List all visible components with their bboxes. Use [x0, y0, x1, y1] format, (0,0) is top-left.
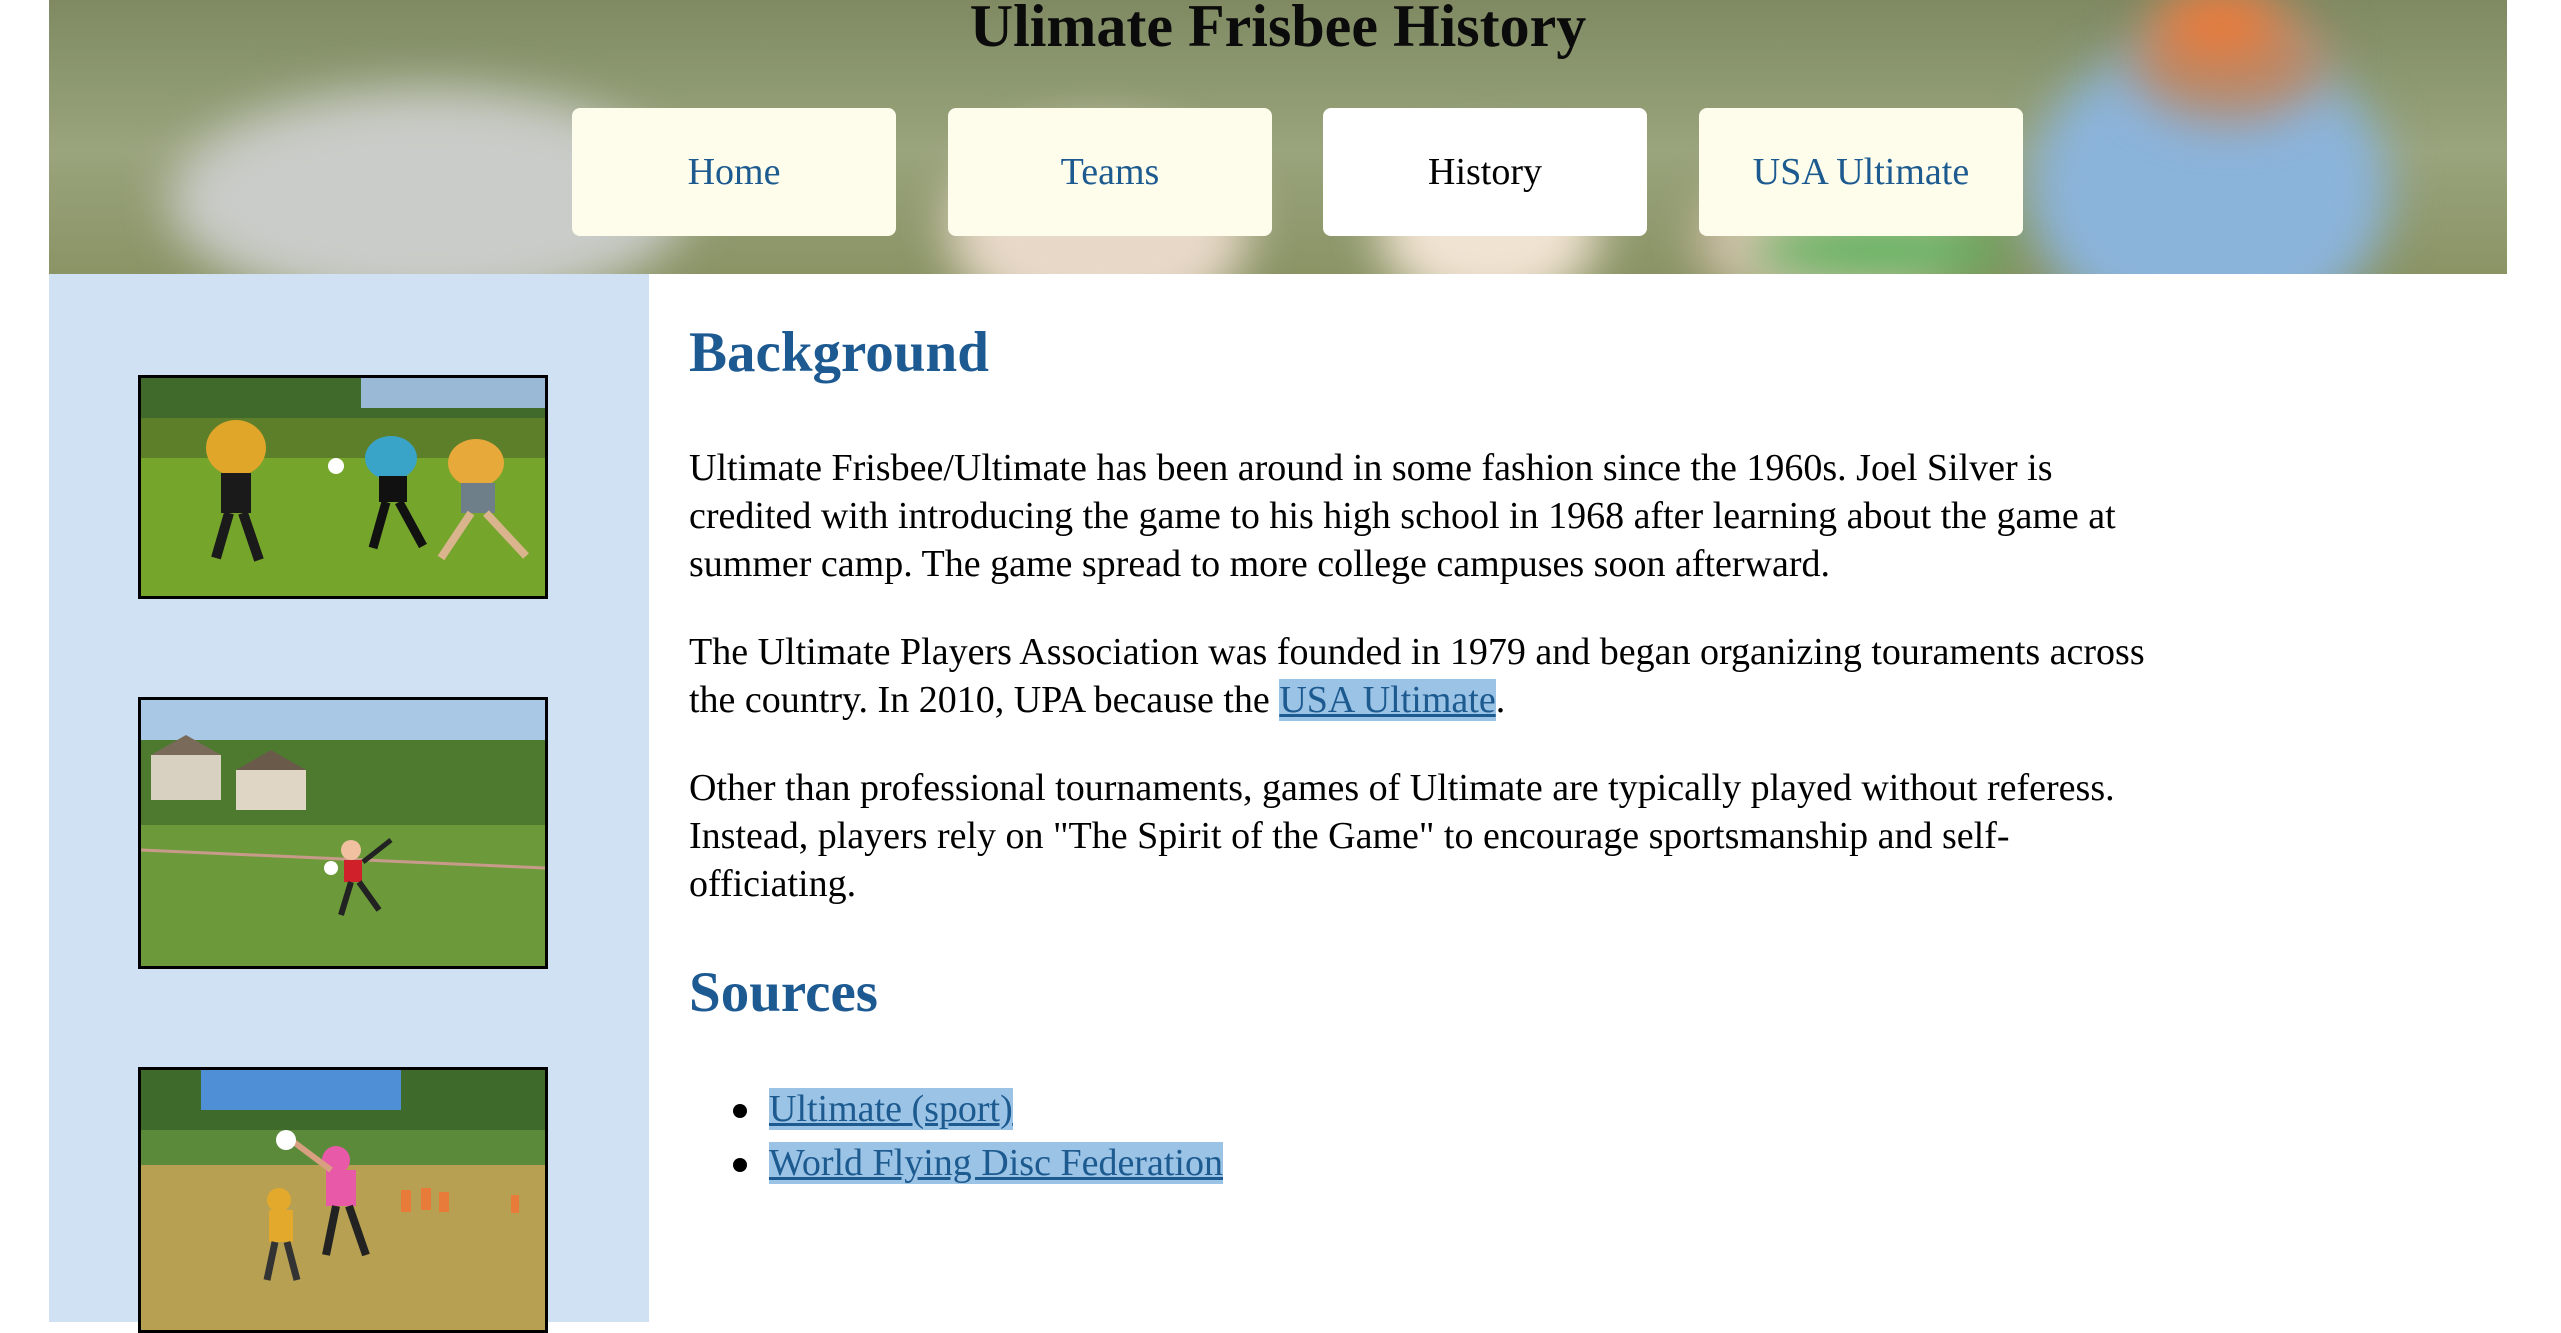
paragraph-2-end: .: [1495, 679, 1506, 721]
nav-teams[interactable]: Teams: [948, 108, 1272, 236]
page-title: Ulimate Frisbee History: [969, 0, 1587, 59]
background-paragraph-3: Other than professional tournaments, gam…: [689, 767, 2115, 905]
page: Ulimate Frisbee History Home Teams Histo…: [0, 0, 2561, 1333]
players-catching-photo: [138, 1067, 548, 1333]
header-banner: Ulimate Frisbee History Home Teams Histo…: [49, 0, 2507, 274]
nav-usa-ultimate[interactable]: USA Ultimate: [1699, 108, 2023, 236]
list-item: World Flying Disc Federation: [689, 1136, 1223, 1190]
sources-heading: Sources: [689, 961, 878, 1024]
page-left-margin: [0, 0, 49, 1322]
background-heading: Background: [689, 321, 989, 384]
players-throwing-photo: [138, 375, 548, 599]
bullet-icon: [733, 1158, 747, 1172]
main-nav: Home Teams History USA Ultimate: [49, 108, 2507, 236]
sources-list: Ultimate (sport) World Flying Disc Feder…: [689, 1082, 1223, 1190]
player-diving-photo: [138, 697, 548, 969]
source-link-ultimate-sport[interactable]: Ultimate (sport): [769, 1088, 1013, 1130]
list-item: Ultimate (sport): [689, 1082, 1223, 1136]
background-paragraph-2: The Ultimate Players Association was fou…: [689, 628, 2169, 724]
nav-history[interactable]: History: [1323, 108, 1647, 236]
source-link-wfdf[interactable]: World Flying Disc Federation: [769, 1142, 1223, 1184]
usa-ultimate-link[interactable]: USA Ultimate: [1279, 679, 1496, 721]
background-paragraph-1: Ultimate Frisbee/Ultimate has been aroun…: [689, 447, 2116, 585]
sidebar: [49, 274, 649, 1333]
nav-home[interactable]: Home: [572, 108, 896, 236]
page-right-margin: [2507, 0, 2561, 1322]
bullet-icon: [733, 1104, 747, 1118]
